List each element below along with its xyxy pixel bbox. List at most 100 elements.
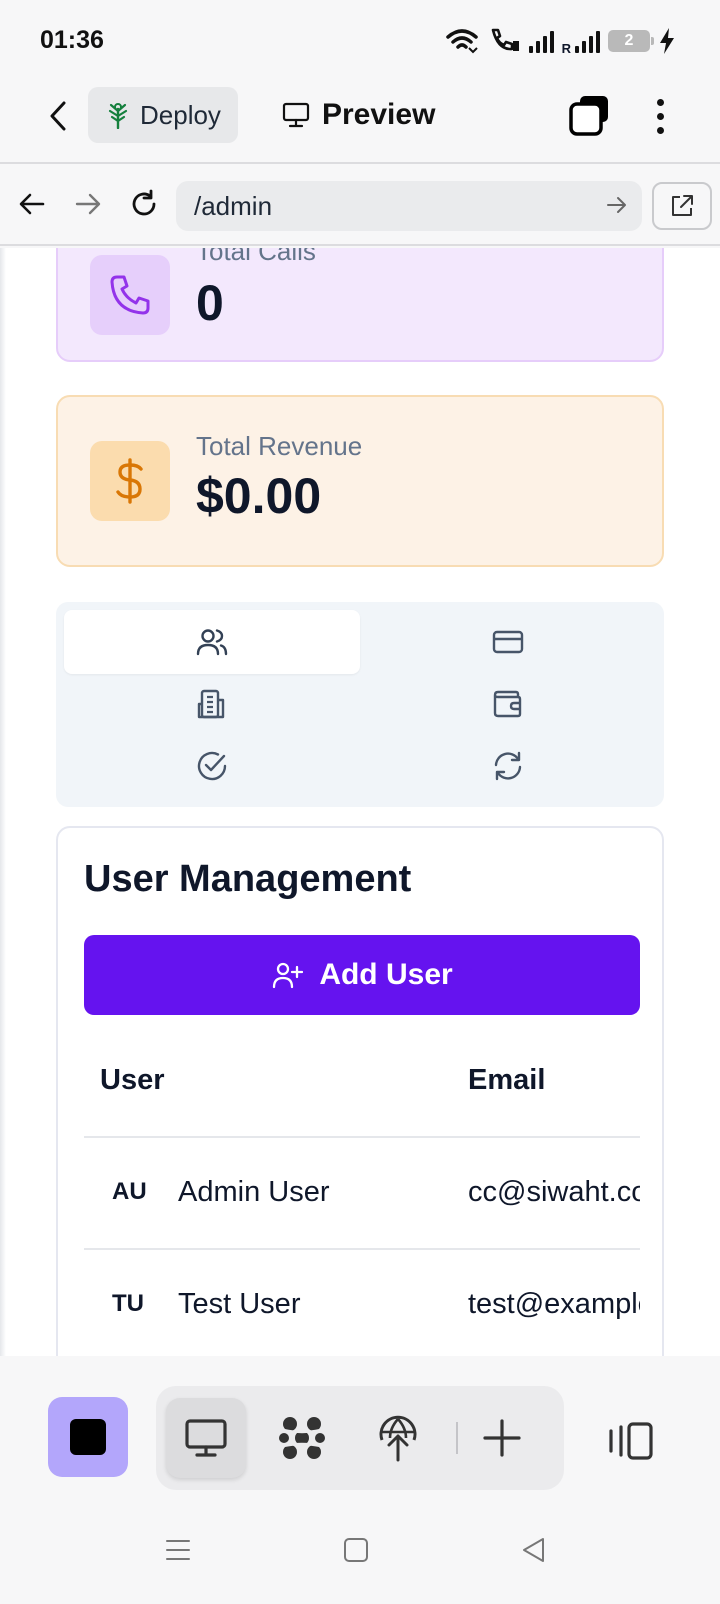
kebab-dot <box>656 112 664 120</box>
kebab-dot <box>656 126 664 134</box>
wifi-icon <box>445 29 478 54</box>
dollar-icon-box <box>90 441 170 521</box>
tab-billing[interactable] <box>360 610 656 674</box>
menu-icon <box>166 1540 190 1560</box>
reload-button[interactable] <box>126 186 162 222</box>
charging-icon <box>660 28 674 54</box>
table-row[interactable]: AU Admin User cc@siwaht.com <box>84 1138 640 1250</box>
monitor-icon <box>282 102 310 128</box>
tabs-switcher-button[interactable] <box>568 94 612 138</box>
side-panel-icon <box>609 1422 653 1460</box>
system-back-button[interactable] <box>516 1532 552 1568</box>
dollar-icon <box>116 458 143 504</box>
app-toolbar: Deploy Preview <box>0 80 720 164</box>
deploy-button[interactable]: Deploy <box>88 87 238 143</box>
scroll-edge-shadow <box>0 248 6 1356</box>
reload-icon <box>132 189 156 216</box>
system-nav-bar <box>0 1490 720 1604</box>
tab-approvals[interactable] <box>64 734 360 798</box>
wallet-icon <box>493 690 522 718</box>
url-text: /admin <box>194 190 273 221</box>
tab-wallet[interactable] <box>360 672 656 736</box>
back-button[interactable] <box>40 94 76 138</box>
url-input[interactable]: /admin <box>176 181 642 231</box>
preview-tab[interactable]: Preview <box>282 87 435 143</box>
user-email: cc@siwaht.com <box>468 1176 640 1208</box>
tabs-icon <box>569 96 608 136</box>
chevron-left-icon <box>50 101 66 131</box>
home-button[interactable] <box>338 1532 374 1568</box>
side-panel-button[interactable] <box>604 1414 658 1468</box>
deploy-tree-icon <box>108 103 128 129</box>
total-revenue-card: Total Revenue $0.00 <box>56 395 664 567</box>
column-header-email: Email <box>468 1064 546 1096</box>
total-calls-value: 0 <box>196 275 224 331</box>
arrow-left-icon <box>19 193 45 215</box>
go-arrow-icon[interactable] <box>606 193 628 217</box>
deploy-nav-button[interactable] <box>358 1398 438 1478</box>
divider <box>456 1422 458 1454</box>
status-time: 01:36 <box>40 26 104 54</box>
desktop-view-button[interactable] <box>166 1398 246 1478</box>
total-revenue-value: $0.00 <box>196 468 322 524</box>
total-calls-label: Total Calls <box>196 248 316 266</box>
roaming-label: R <box>561 41 571 56</box>
user-management-title: User Management <box>84 858 412 900</box>
tab-sync[interactable] <box>360 734 656 798</box>
roaming-signal-icon <box>575 29 600 53</box>
stop-button[interactable] <box>48 1397 128 1477</box>
column-header-user: User <box>100 1064 165 1096</box>
arrow-right-icon <box>75 193 101 215</box>
status-bar: 01:36 R 2 <box>0 0 720 80</box>
stop-icon <box>70 1419 106 1455</box>
table-row[interactable]: TU Test User test@example.com <box>84 1250 640 1356</box>
total-calls-card: Total Calls 0 <box>56 248 664 362</box>
add-user-button[interactable]: Add User <box>84 935 640 1015</box>
globe-upload-icon <box>379 1415 417 1462</box>
plus-icon <box>483 1419 521 1457</box>
refresh-icon <box>494 751 522 781</box>
bottom-app-bar <box>0 1356 720 1508</box>
phone-icon <box>110 275 150 315</box>
new-tab-button[interactable] <box>462 1398 542 1478</box>
battery-level: 2 <box>624 32 634 49</box>
user-management-card: User Management Add User User Email AU A… <box>56 826 664 1356</box>
more-options-button[interactable] <box>646 94 674 138</box>
user-initials: TU <box>112 1290 144 1317</box>
user-name: Admin User <box>178 1176 330 1208</box>
preview-label: Preview <box>322 98 436 131</box>
user-plus-icon <box>273 962 304 989</box>
tab-organizations[interactable] <box>64 672 360 736</box>
browser-back-button[interactable] <box>14 186 50 222</box>
user-name: Test User <box>178 1288 301 1320</box>
open-external-button[interactable] <box>652 182 712 230</box>
total-revenue-label: Total Revenue <box>196 431 363 461</box>
users-table-header: User Email <box>84 1024 640 1138</box>
user-email: test@example.com <box>468 1288 640 1320</box>
battery-icon: 2 <box>608 30 654 52</box>
check-circle-icon <box>197 751 227 781</box>
external-link-icon <box>672 195 693 216</box>
status-icons: R 2 <box>445 26 676 56</box>
triangle-back-icon <box>523 1538 544 1562</box>
wifi-calling-icon <box>491 28 519 51</box>
monitor-icon <box>185 1419 227 1457</box>
recent-apps-button[interactable] <box>160 1532 196 1568</box>
url-bar: /admin <box>0 166 720 246</box>
admin-tabs <box>56 602 664 807</box>
browser-forward-button[interactable] <box>70 186 106 222</box>
web-content: Total Calls 0 Total Revenue $0.00 User M… <box>0 248 720 1356</box>
user-initials: AU <box>112 1178 147 1205</box>
signal-icon <box>528 29 554 53</box>
users-icon <box>196 629 228 656</box>
credit-card-icon <box>492 630 524 654</box>
tab-users[interactable] <box>64 610 360 674</box>
knot-icon <box>279 1417 325 1459</box>
phone-icon-box <box>90 255 170 335</box>
kebab-dot <box>656 98 664 106</box>
view-switcher <box>156 1386 564 1490</box>
building-icon <box>197 689 225 719</box>
deploy-label: Deploy <box>140 99 221 130</box>
add-user-label: Add User <box>319 958 453 991</box>
agents-button[interactable] <box>262 1398 342 1478</box>
